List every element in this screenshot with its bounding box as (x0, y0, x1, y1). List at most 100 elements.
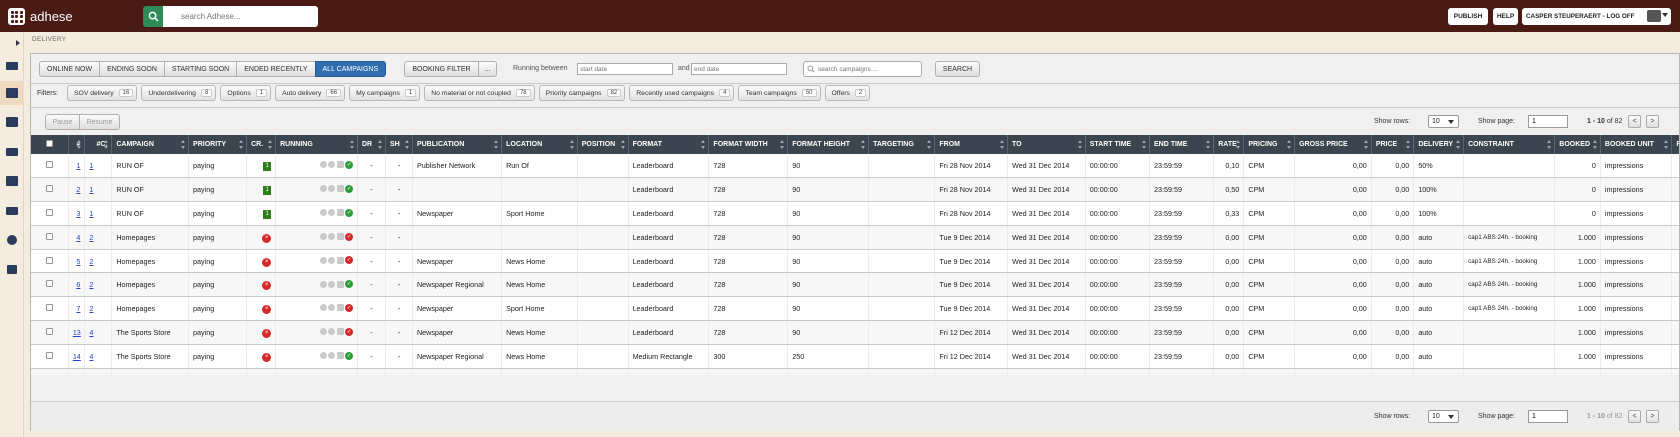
sidebar-item-users[interactable] (0, 228, 24, 252)
booking-filter-button[interactable]: BOOKING FILTER (404, 61, 479, 77)
row-checkbox[interactable] (45, 327, 53, 335)
play-icon[interactable] (328, 328, 335, 336)
row-checkbox[interactable] (45, 256, 53, 264)
no-creative-icon[interactable]: × (262, 233, 272, 243)
table-row[interactable]: 14 4 The Sports Store paying × ✓ - - Newspaper R… (31, 344, 1679, 369)
sidebar-item-campaigns[interactable] (0, 110, 24, 134)
column-header[interactable]: CAMPAIGN (111, 135, 190, 154)
filter-chip[interactable]: Priority campaigns 82 (538, 85, 626, 101)
tab-ending-soon[interactable]: ENDING SOON (99, 61, 165, 77)
filter-chip[interactable]: Auto delivery 66 (275, 85, 346, 101)
column-header[interactable]: #C. (84, 135, 113, 154)
expand-sidebar-icon[interactable] (16, 40, 20, 46)
campaign-id-link[interactable]: 14 (73, 352, 81, 361)
pause-icon[interactable] (336, 185, 344, 193)
pause-icon[interactable] (336, 328, 344, 336)
campaign-group-link[interactable]: 1 (89, 185, 93, 194)
column-header[interactable]: FORMAT (628, 135, 710, 154)
play-icon[interactable] (328, 209, 335, 217)
user-menu[interactable]: CASPER STEUPERAERT - LOG OFF (1522, 8, 1671, 25)
next-page-button-footer[interactable]: > (1646, 410, 1659, 423)
column-header[interactable]: FORMAT HEIGHT (787, 135, 870, 154)
campaign-id-link[interactable]: 1 (76, 161, 80, 170)
column-header[interactable]: RATE (1213, 135, 1245, 154)
filter-chip[interactable]: Team campaigns 50 (738, 85, 821, 101)
page-number-input[interactable] (1528, 115, 1568, 128)
end-date-input[interactable] (691, 63, 787, 75)
row-checkbox[interactable] (45, 208, 53, 216)
pause-icon[interactable] (336, 304, 344, 312)
filter-chip[interactable]: No material or not coupled 78 (424, 85, 535, 101)
row-checkbox[interactable] (45, 351, 53, 359)
column-header[interactable]: TARGETING (868, 135, 936, 154)
column-header[interactable]: PRIORITY (188, 135, 248, 154)
pause-icon[interactable] (336, 209, 344, 217)
column-header[interactable]: FORMAT WIDTH (708, 135, 789, 154)
tab-starting-soon[interactable]: STARTING SOON (163, 61, 238, 77)
play-icon[interactable] (328, 304, 335, 312)
pause-icon[interactable] (336, 280, 344, 288)
sidebar-item-tools[interactable] (0, 257, 24, 281)
table-row[interactable]: 1 1 RUN OF paying 1 ✓ - - Publisher Network Run O… (31, 154, 1679, 179)
column-header[interactable]: LOCATION (501, 135, 578, 154)
logo[interactable]: adhese (8, 8, 73, 25)
campaign-id-link[interactable]: 7 (76, 304, 80, 313)
stop-icon[interactable] (319, 280, 327, 288)
sidebar-item-mail[interactable] (0, 199, 24, 223)
campaign-group-link[interactable]: 4 (89, 328, 93, 337)
campaign-id-link[interactable]: 6 (76, 280, 80, 289)
select-all-checkbox[interactable] (45, 140, 53, 147)
start-date-input[interactable] (577, 63, 673, 75)
filter-chip[interactable]: My campaigns 1 (349, 85, 421, 101)
stop-icon[interactable] (319, 328, 327, 336)
tab-ended-recently[interactable]: ENDED RECENTLY (236, 61, 316, 77)
no-creative-icon[interactable]: × (262, 328, 272, 338)
no-creative-icon[interactable]: × (262, 257, 272, 267)
tab-all-campaigns[interactable]: ALL CAMPAIGNS (314, 61, 387, 77)
campaign-group-link[interactable]: 4 (89, 352, 93, 361)
column-header[interactable]: START TIME (1085, 135, 1150, 154)
stop-icon[interactable] (319, 233, 327, 241)
tab-online-now[interactable]: ONLINE NOW (39, 61, 101, 77)
play-icon[interactable] (328, 280, 335, 288)
column-header[interactable]: CONSTRAINT (1463, 135, 1556, 154)
global-search-input[interactable] (163, 6, 318, 27)
global-search-button[interactable] (143, 6, 163, 27)
campaign-id-link[interactable]: 13 (73, 328, 81, 337)
column-header[interactable]: # (68, 135, 86, 154)
table-row[interactable]: 4 2 Homepages paying × ✓ - - Leaderboard 728 90 Tue… (31, 225, 1679, 250)
sidebar-item-reports[interactable] (0, 140, 24, 164)
stop-icon[interactable] (319, 352, 327, 360)
column-header[interactable]: RUNNING (275, 135, 358, 154)
table-row[interactable]: 6 2 Homepages paying × ✓ - - Newspaper Regional N… (31, 272, 1679, 298)
page-number-input-footer[interactable] (1528, 410, 1568, 423)
booking-filter-more-button[interactable]: ... (478, 61, 497, 77)
table-row[interactable]: 5 2 Homepages paying × ✓ - - Newspaper News Home L… (31, 249, 1679, 274)
resume-button[interactable]: Resume (79, 114, 120, 130)
play-icon[interactable] (328, 185, 335, 193)
row-checkbox[interactable] (45, 232, 53, 240)
column-header[interactable]: CR. (246, 135, 277, 154)
column-header[interactable]: PRICE (1371, 135, 1415, 154)
creative-count-badge[interactable]: 1 (263, 209, 272, 219)
stop-icon[interactable] (319, 304, 327, 312)
column-header[interactable]: SH (385, 135, 413, 154)
column-header[interactable]: FROM (934, 135, 1008, 154)
campaign-id-link[interactable]: 4 (76, 233, 80, 242)
no-creative-icon[interactable]: × (262, 305, 272, 315)
prev-page-button[interactable]: < (1628, 115, 1641, 128)
column-header[interactable]: POSITION (577, 135, 629, 154)
campaign-group-link[interactable]: 1 (89, 209, 93, 218)
campaign-group-link[interactable]: 2 (89, 280, 93, 289)
campaign-group-link[interactable]: 2 (89, 257, 93, 266)
pause-icon[interactable] (336, 233, 344, 241)
sidebar-item-calendar[interactable] (0, 169, 24, 193)
campaign-id-link[interactable]: 3 (76, 209, 80, 218)
column-header[interactable]: GROSS PRICE (1294, 135, 1372, 154)
next-page-button[interactable]: > (1646, 115, 1659, 128)
column-header[interactable]: TO (1007, 135, 1086, 154)
table-row[interactable]: 2 1 RUN OF paying 1 ✓ - - Leaderboard 728 90 Fri 28… (31, 177, 1679, 203)
table-row[interactable]: 13 4 The Sports Store paying × ✓ - - Newspaper Ne… (31, 320, 1679, 345)
campaign-group-link[interactable]: 2 (89, 304, 93, 313)
table-row[interactable]: 3 1 RUN OF paying 1 ✓ - - Newspaper Sport Home Lea… (31, 201, 1679, 226)
